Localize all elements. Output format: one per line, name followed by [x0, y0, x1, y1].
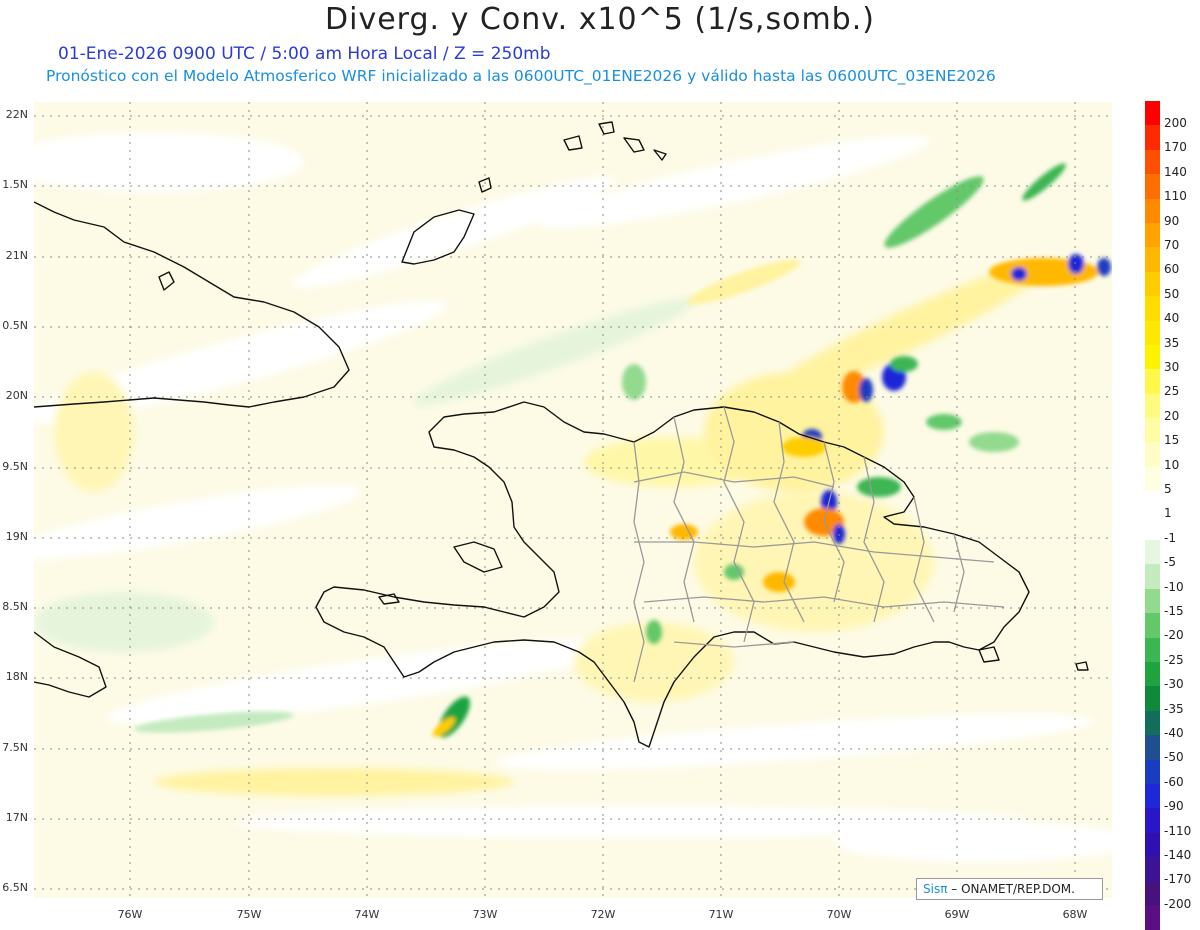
colorbar-swatch: [1145, 320, 1160, 345]
colorbar-label: -110: [1164, 823, 1192, 838]
lat-label: 20N: [5, 389, 28, 402]
forecast-info-line: Pronóstico con el Modelo Atmosferico WRF…: [46, 67, 996, 85]
lat-label: 22N: [5, 108, 28, 121]
colorbar-swatch: [1145, 296, 1160, 321]
colorbar: [1145, 101, 1160, 930]
colorbar-swatch: [1145, 832, 1160, 858]
lat-label: 21N: [5, 249, 28, 262]
colorbar-swatch: [1145, 808, 1160, 833]
colorbar-swatch: [1145, 564, 1160, 589]
colorbar-label: -200: [1164, 896, 1192, 911]
colorbar-label: 200: [1164, 116, 1187, 130]
colorbar-swatch: [1145, 174, 1160, 199]
colorbar-label: 50: [1164, 286, 1180, 301]
lon-label: 70W: [826, 908, 852, 921]
colorbar-label: 40: [1164, 311, 1180, 326]
credit-box: Sisπ – ONAMET/REP.DOM.: [916, 878, 1103, 900]
colorbar-label: 140: [1164, 164, 1187, 179]
lat-label: 1.5N: [2, 178, 28, 191]
colorbar-swatch: [1145, 686, 1160, 711]
lat-label: 17N: [5, 811, 28, 824]
colorbar-label: 1: [1164, 506, 1172, 521]
colorbar-swatch: [1145, 710, 1160, 736]
colorbar-swatch: [1145, 661, 1160, 687]
lat-label: 7.5N: [2, 741, 28, 754]
colorbar-swatch: [1145, 247, 1160, 272]
colorbar-label: -5: [1164, 555, 1176, 570]
lon-label: 71W: [708, 908, 734, 921]
colorbar-label: 35: [1164, 335, 1180, 350]
colorbar-swatch: [1145, 393, 1160, 419]
colorbar-swatch: [1145, 515, 1160, 541]
colorbar-swatch: [1145, 613, 1160, 638]
colorbar-swatch: [1145, 735, 1160, 760]
colorbar-swatch: [1145, 149, 1160, 175]
colorbar-swatch: [1145, 198, 1160, 223]
colorbar-swatch: [1145, 491, 1160, 516]
divergence-map: [34, 102, 1112, 898]
lon-label: 68W: [1062, 908, 1088, 921]
lon-label: 75W: [236, 908, 262, 921]
colorbar-label: -90: [1164, 799, 1184, 814]
colorbar-label: -35: [1164, 701, 1184, 716]
colorbar-label: -60: [1164, 774, 1184, 789]
lon-label: 74W: [354, 908, 380, 921]
lat-label: 8.5N: [2, 600, 28, 613]
colorbar-label: 20: [1164, 408, 1180, 423]
colorbar-swatch: [1145, 466, 1160, 492]
colorbar-label: -20: [1164, 628, 1184, 643]
lat-label: 18N: [5, 670, 28, 683]
map-title: Diverg. y Conv. x10^5 (1/s,somb.): [325, 2, 875, 37]
lon-label: 73W: [472, 908, 498, 921]
colorbar-swatch: [1145, 637, 1160, 662]
colorbar-swatch: [1145, 905, 1160, 930]
colorbar-label: -1: [1164, 530, 1176, 545]
colorbar-swatch: [1145, 344, 1160, 370]
colorbar-swatch: [1145, 271, 1160, 297]
credit-label: – ONAMET/REP.DOM.: [947, 882, 1075, 896]
lon-label: 69W: [944, 908, 970, 921]
colorbar-swatch: [1145, 369, 1160, 394]
colorbar-swatch: [1145, 101, 1160, 126]
colorbar-label: -30: [1164, 677, 1184, 692]
lat-label: 19N: [5, 530, 28, 543]
colorbar-swatch: [1145, 783, 1160, 809]
brand-label: Sisπ: [923, 882, 948, 896]
lon-label: 76W: [117, 908, 143, 921]
colorbar-label: 25: [1164, 384, 1180, 399]
lat-label: 9.5N: [2, 460, 28, 473]
colorbar-swatch: [1145, 881, 1160, 906]
colorbar-swatch: [1145, 540, 1160, 565]
colorbar-label: 70: [1164, 238, 1180, 252]
colorbar-swatch: [1145, 442, 1160, 467]
colorbar-swatch: [1145, 125, 1160, 150]
colorbar-label: -170: [1164, 872, 1192, 887]
lat-label: 0.5N: [2, 319, 28, 332]
colorbar-label: -140: [1164, 848, 1192, 862]
colorbar-label: -25: [1164, 652, 1184, 667]
colorbar-label: 10: [1164, 457, 1180, 472]
lat-label: 6.5N: [2, 881, 28, 894]
colorbar-swatch: [1145, 588, 1160, 614]
colorbar-label: -50: [1164, 750, 1184, 765]
valid-time-line: 01-Ene-2026 0900 UTC / 5:00 am Hora Loca…: [58, 44, 551, 64]
colorbar-label: -40: [1164, 726, 1184, 740]
colorbar-label: 170: [1164, 140, 1187, 155]
colorbar-label: 5: [1164, 482, 1172, 496]
colorbar-swatch: [1145, 759, 1160, 784]
colorbar-label: -15: [1164, 604, 1184, 618]
colorbar-label: 60: [1164, 262, 1180, 277]
colorbar-swatch: [1145, 222, 1160, 248]
colorbar-label: 15: [1164, 433, 1180, 448]
colorbar-label: 90: [1164, 213, 1180, 228]
lon-label: 72W: [590, 908, 616, 921]
colorbar-label: 30: [1164, 360, 1180, 374]
colorbar-swatch: [1145, 418, 1160, 443]
colorbar-label: 110: [1164, 189, 1187, 204]
colorbar-label: -10: [1164, 579, 1184, 594]
colorbar-swatch: [1145, 857, 1160, 882]
